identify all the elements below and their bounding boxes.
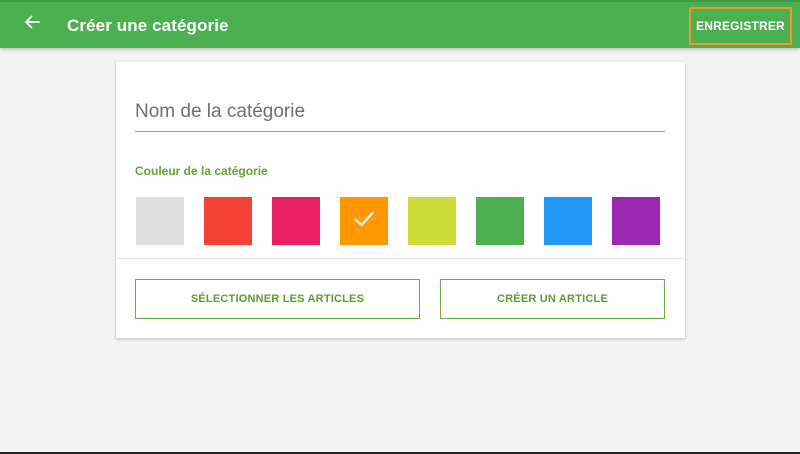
category-name-input[interactable] [135, 92, 665, 132]
color-swatch-blue[interactable] [544, 197, 592, 245]
create-article-button[interactable]: CRÉER UN ARTICLE [440, 279, 665, 319]
color-swatch-pink[interactable] [272, 197, 320, 245]
color-swatch-grey[interactable] [136, 197, 184, 245]
save-button[interactable]: ENREGISTRER [689, 7, 792, 45]
color-swatch-orange[interactable] [340, 197, 388, 245]
color-swatch-red[interactable] [204, 197, 252, 245]
color-swatch-purple[interactable] [612, 197, 660, 245]
back-button[interactable] [18, 10, 46, 38]
color-swatch-green[interactable] [476, 197, 524, 245]
top-app-bar: Créer une catégorie ENREGISTRER [0, 0, 800, 48]
category-form-card: Couleur de la catégorie SÉLECTIONNER LES… [116, 62, 685, 338]
arrow-left-icon [24, 14, 40, 35]
checkmark-icon [352, 207, 376, 236]
page-title: Créer une catégorie [67, 16, 229, 35]
select-articles-button[interactable]: SÉLECTIONNER LES ARTICLES [135, 279, 420, 319]
color-swatch-lime[interactable] [408, 197, 456, 245]
color-section-label: Couleur de la catégorie [135, 164, 268, 178]
color-swatch-list [136, 197, 666, 245]
card-divider [116, 258, 685, 259]
